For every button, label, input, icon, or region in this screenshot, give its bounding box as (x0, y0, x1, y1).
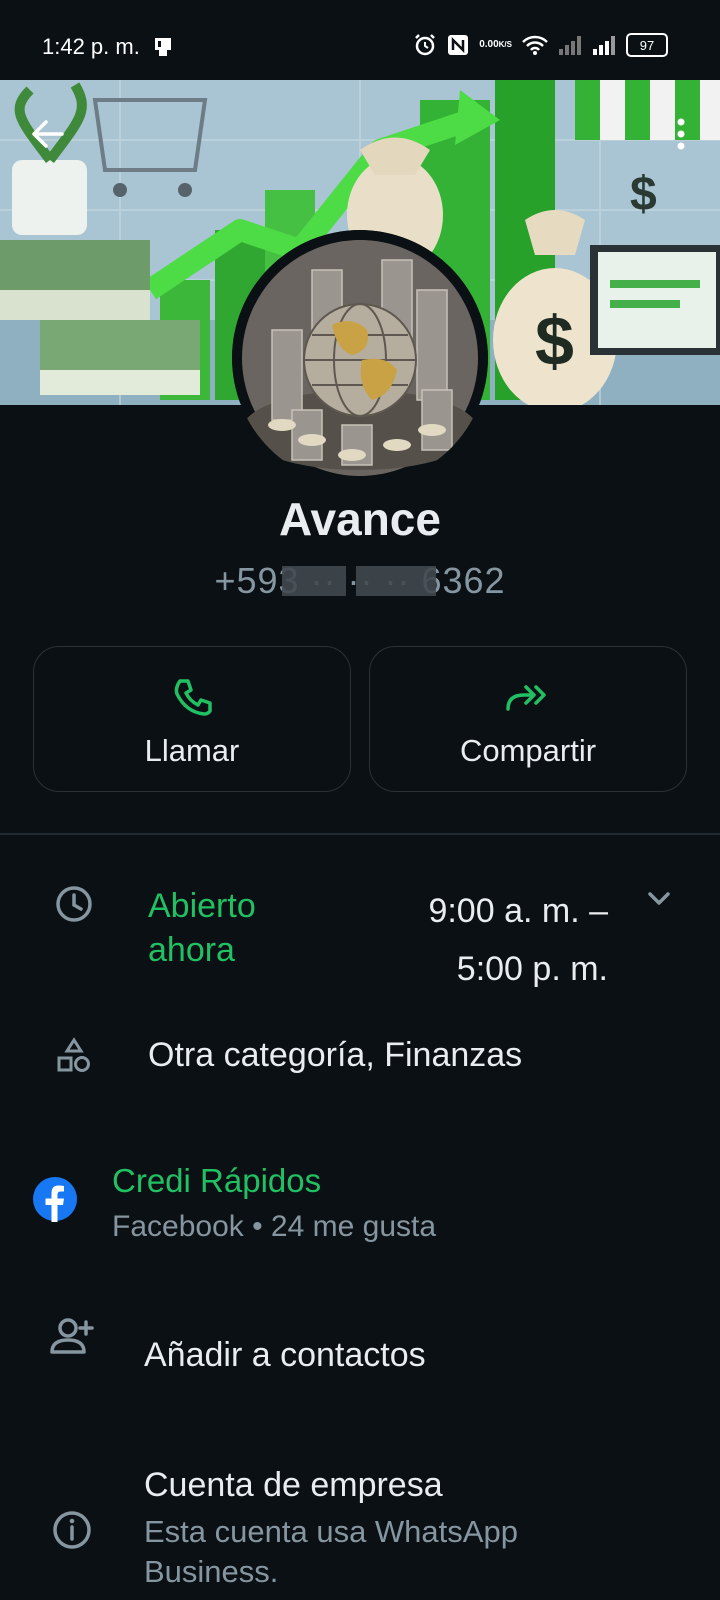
battery-icon: 97 (626, 33, 668, 57)
chevron-down-icon (648, 892, 670, 905)
hours-start: 9:00 a. m. – (428, 892, 608, 930)
business-category: Otra categoría, Finanzas (148, 1036, 523, 1074)
status-bar: 1:42 p. m. 0.00 K/S 97 (0, 0, 720, 80)
add-to-contacts-button[interactable]: Añadir a contactos (144, 1336, 426, 1375)
phone-redaction (356, 566, 436, 596)
share-button[interactable]: Compartir (369, 646, 687, 792)
facebook-page-name[interactable]: Credi Rápidos (112, 1162, 321, 1200)
call-button-label: Llamar (144, 733, 240, 768)
status-icons: 0.00 K/S 97 (413, 33, 668, 57)
facebook-page-stats: Facebook • 24 me gusta (112, 1210, 437, 1243)
more-vert-icon (677, 118, 685, 150)
call-button[interactable]: Llamar (33, 646, 351, 792)
forward-icon (370, 675, 686, 719)
notification-icon (152, 36, 174, 58)
net-speed-unit: K/S (498, 40, 512, 49)
hours-status: Abierto ahora (148, 887, 256, 969)
arrow-left-icon (32, 120, 64, 148)
business-account-title: Cuenta de empresa (144, 1466, 443, 1504)
hours-end: 5:00 p. m. (456, 950, 608, 988)
net-speed-value: 0.00 (479, 39, 499, 50)
status-time: 1:42 p. m. (42, 34, 140, 59)
signal-icon (592, 34, 616, 56)
phone-icon (34, 675, 350, 719)
more-options-button[interactable] (666, 112, 696, 156)
net-speed: 0.00 K/S (479, 40, 512, 50)
info-icon (50, 1508, 94, 1552)
hours-expand-button[interactable] (644, 886, 674, 917)
share-button-label: Compartir (459, 733, 597, 768)
category-icon (52, 1034, 96, 1078)
clock-icon (52, 882, 96, 926)
avatar[interactable] (232, 230, 488, 486)
person-add-icon (48, 1312, 96, 1360)
wifi-icon (522, 34, 548, 56)
hours-time: 9:00 a. m. – 5:00 p. m. (428, 882, 608, 998)
facebook-icon (32, 1176, 78, 1222)
svg-text:$: $ (535, 302, 574, 380)
divider (0, 833, 720, 835)
alarm-icon (413, 33, 437, 57)
profile-name: Avance (279, 493, 441, 545)
nfc-icon (447, 34, 469, 56)
svg-text:$: $ (630, 168, 657, 221)
signal-icon (558, 34, 582, 56)
phone-redaction (282, 566, 346, 596)
back-button[interactable] (26, 112, 70, 156)
business-account-description: Esta cuenta usa WhatsApp Business. (144, 1514, 518, 1589)
